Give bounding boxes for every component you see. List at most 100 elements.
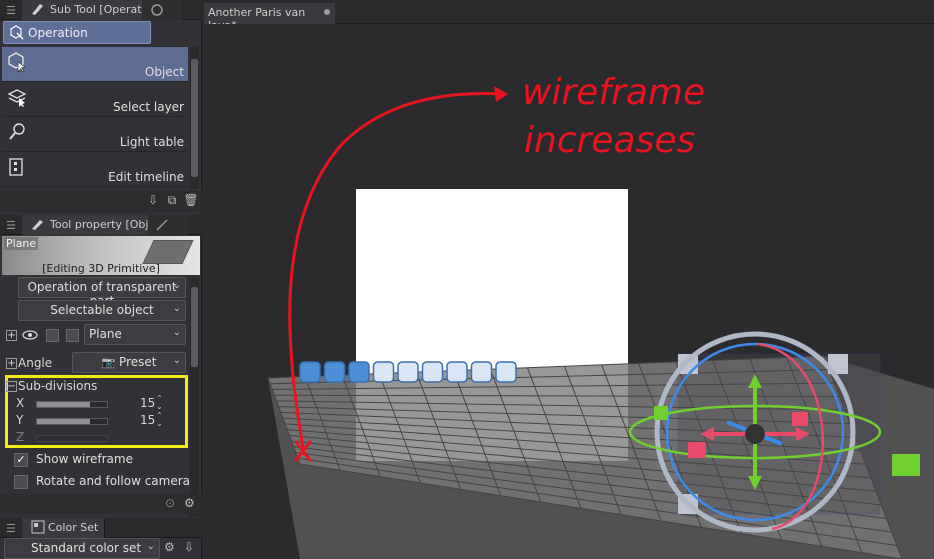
gizmo-x-scale-handle[interactable]: [792, 412, 808, 426]
dolly-camera-icon[interactable]: [348, 361, 370, 383]
move-object-icon[interactable]: [372, 361, 395, 383]
reset-object-icon[interactable]: [495, 361, 517, 383]
plane-preview-shape: [142, 240, 194, 264]
palette-icon: [31, 520, 45, 534]
tool-item-light-table[interactable]: Light table: [2, 117, 188, 152]
object-layer-row: + Plane ⌄: [4, 324, 186, 347]
manipulator-toolbar[interactable]: [299, 361, 517, 383]
panel-menu-icon[interactable]: ☰: [6, 522, 16, 535]
axis-value: 15: [140, 413, 156, 427]
preset-label: Preset: [119, 355, 157, 369]
annotation-line1: wireframe: [522, 72, 705, 113]
subtool-tab-secondary[interactable]: [142, 0, 182, 20]
tool-property-scrollbar[interactable]: [190, 277, 199, 517]
color-set-dropdown[interactable]: Standard color set ⌄: [4, 538, 160, 559]
object-select-dropdown[interactable]: Plane ⌄: [84, 324, 186, 345]
tool-item-edit-timeline[interactable]: Edit timeline: [2, 152, 188, 187]
show-wireframe-checkbox[interactable]: ✓: [14, 453, 28, 467]
axis-label: Y: [16, 413, 24, 427]
gizmo-x-scale-handle[interactable]: [688, 442, 706, 458]
object-name: Plane: [89, 327, 122, 341]
angle-row[interactable]: + Angle: [6, 356, 66, 372]
app-window: ☰ Sub Tool [Operation] Operation Object …: [0, 0, 934, 559]
subdivision-y-row[interactable]: Y 15 ⌃ ⌄: [12, 412, 172, 429]
canvas-tab-bar: Another Paris van Java*: [202, 0, 934, 32]
subdivisions-label: Sub-divisions: [18, 379, 98, 393]
subdivision-x-row[interactable]: X 15 ⌃ ⌄: [12, 395, 172, 412]
gizmo-y-scale-handle[interactable]: [892, 454, 920, 476]
rotate-camera-icon[interactable]: [299, 361, 321, 383]
tool-property-tab-secondary[interactable]: [148, 215, 188, 235]
fit-ground-icon[interactable]: [470, 361, 493, 383]
tool-preview: Plane [Editing 3D Primitive]: [2, 236, 200, 275]
duplicate-subtool-icon[interactable]: ⧉: [164, 193, 180, 209]
color-set-tab[interactable]: Color Set: [22, 518, 106, 538]
pen-icon: [32, 4, 43, 15]
spinner-icon[interactable]: ⌃ ⌄: [156, 412, 163, 428]
color-set-import-icon[interactable]: ⇩: [184, 540, 194, 554]
tool-item-label: Edit timeline: [108, 170, 184, 184]
subdivisions-header[interactable]: − Sub-divisions: [6, 379, 106, 393]
tool-item-select-layer[interactable]: Select layer: [2, 82, 188, 117]
color-set-settings-icon[interactable]: ⚙: [164, 540, 175, 554]
expand-icon[interactable]: +: [6, 358, 17, 369]
show-wireframe-label: Show wireframe: [36, 452, 133, 466]
expand-icon[interactable]: +: [6, 330, 17, 341]
tool-property-footer: ⊙ ⚙: [0, 494, 202, 514]
reset-icon[interactable]: ⊙: [165, 496, 175, 510]
operation-icon: [10, 25, 24, 40]
collapse-icon[interactable]: −: [6, 381, 17, 392]
rotate-follow-checkbox[interactable]: [14, 475, 28, 489]
color-set-tab-label: Color Set: [48, 521, 99, 534]
gizmo-center-handle[interactable]: [745, 424, 765, 444]
unsaved-dot-icon[interactable]: [324, 9, 330, 15]
tool-property-header: ☰ Tool property [Object]: [0, 215, 202, 235]
download-subtool-icon[interactable]: ⇩: [145, 193, 161, 209]
operation-group-label: Operation: [28, 26, 88, 40]
color-toggle[interactable]: [66, 329, 79, 342]
panel-menu-icon[interactable]: ☰: [6, 219, 16, 232]
color-set-value: Standard color set: [31, 541, 142, 555]
axis-label: X: [16, 396, 25, 410]
chevron-down-icon: ⌄: [172, 355, 181, 366]
gizmo-y-scale-handle[interactable]: [654, 406, 668, 420]
preview-tag: Plane: [4, 237, 39, 250]
panel-menu-icon[interactable]: ☰: [6, 4, 16, 17]
subtool-scrollbar[interactable]: [190, 47, 199, 189]
lock-toggle[interactable]: [46, 329, 59, 342]
canvas-area[interactable]: wireframe increases: [202, 24, 934, 559]
transparent-mode-dropdown[interactable]: Operation of transparent part ⌄: [18, 277, 186, 308]
scroll-thumb[interactable]: [191, 59, 198, 177]
pan-camera-icon[interactable]: [323, 361, 346, 383]
spinner-icon[interactable]: ⌃ ⌄: [156, 395, 163, 411]
settings-icon: [151, 4, 163, 16]
wrench-icon: [32, 220, 43, 230]
document-tab[interactable]: Another Paris van Java*: [204, 3, 335, 32]
subdivision-x-slider[interactable]: [36, 401, 108, 408]
tool-item-object[interactable]: Object: [2, 47, 188, 82]
canvas-svg[interactable]: wireframe increases: [202, 24, 934, 559]
slider-fill: [37, 419, 90, 424]
tool-item-label: Light table: [119, 135, 184, 149]
color-set-header: ☰ Color Set: [0, 518, 202, 538]
selectable-dropdown[interactable]: Selectable object ⌄: [18, 300, 186, 321]
rotate-xy-icon[interactable]: [421, 361, 444, 383]
eye-icon[interactable]: [22, 329, 38, 341]
tool-item-label: Select layer: [113, 100, 184, 114]
axis-label: Z: [16, 430, 25, 444]
wrench-settings-icon[interactable]: ⚙: [184, 496, 195, 510]
operation-group-tab[interactable]: Operation: [3, 21, 151, 44]
delete-subtool-icon[interactable]: 🗑: [183, 193, 199, 209]
camera-icon: 📷: [101, 356, 116, 369]
rotate-object-icon[interactable]: [397, 361, 419, 383]
scroll-thumb[interactable]: [191, 287, 198, 367]
subdivision-y-slider[interactable]: [36, 418, 108, 425]
preset-dropdown[interactable]: 📷 Preset ⌄: [72, 352, 186, 373]
angle-label: Angle: [18, 356, 53, 370]
annotation-line2: increases: [524, 120, 695, 161]
subtool-list: Object Select layer Light table Edit tim…: [0, 47, 190, 189]
brush-icon: [156, 219, 168, 231]
subtool-footer: ⇩ ⧉ 🗑: [0, 191, 202, 212]
scale-object-icon[interactable]: [446, 361, 468, 383]
object-cursor-icon: [8, 52, 26, 73]
